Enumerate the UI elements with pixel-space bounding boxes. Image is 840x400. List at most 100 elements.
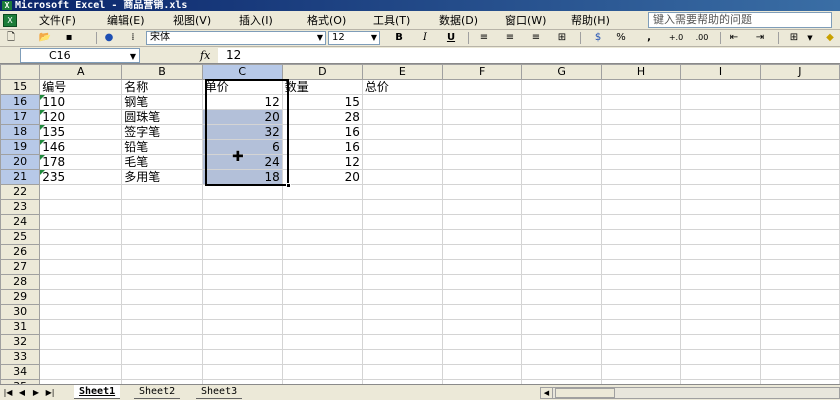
sheet-tab-sheet3[interactable]: Sheet3 (196, 385, 243, 399)
cell[interactable] (600, 259, 682, 275)
cell[interactable] (121, 214, 203, 230)
cell[interactable] (521, 289, 602, 305)
cell-e16[interactable] (361, 94, 443, 110)
cell-e17[interactable] (361, 109, 443, 125)
cell[interactable] (361, 199, 443, 215)
cell[interactable] (281, 334, 363, 350)
cell[interactable] (441, 184, 523, 200)
cell-b15[interactable]: 名称 (121, 79, 203, 95)
row-header[interactable]: 25 (0, 229, 41, 245)
cell-d20[interactable]: 12 (281, 154, 363, 170)
cell[interactable] (121, 349, 203, 365)
cell[interactable] (521, 214, 602, 230)
cell[interactable] (600, 139, 682, 155)
cell[interactable] (441, 289, 523, 305)
increase-indent-icon[interactable]: ⇥ (752, 31, 768, 45)
cell[interactable] (759, 349, 840, 365)
save-icon[interactable]: ▪ (62, 31, 76, 45)
cell[interactable] (441, 214, 523, 230)
cell[interactable] (521, 79, 602, 95)
cell[interactable] (361, 274, 443, 290)
cell[interactable] (759, 319, 840, 335)
help-search-input[interactable]: 键入需要帮助的问题 (648, 12, 832, 28)
cell[interactable] (39, 334, 123, 350)
cell[interactable] (600, 154, 682, 170)
cell[interactable] (281, 244, 363, 260)
row-header[interactable]: 20 (0, 154, 41, 170)
cell[interactable] (441, 274, 523, 290)
cell[interactable] (680, 364, 761, 380)
cell[interactable] (441, 304, 523, 320)
cell[interactable] (759, 229, 840, 245)
menu-window[interactable]: 窗口(W) (502, 13, 549, 28)
cell[interactable] (281, 199, 363, 215)
cell[interactable] (759, 184, 840, 200)
cell[interactable] (521, 109, 602, 125)
cell[interactable] (201, 319, 283, 335)
cell[interactable] (201, 259, 283, 275)
cell[interactable] (680, 304, 761, 320)
cell[interactable] (521, 184, 602, 200)
cell[interactable] (39, 289, 123, 305)
align-center-icon[interactable]: ≡ (502, 31, 518, 45)
cell[interactable] (39, 364, 123, 380)
formula-input[interactable]: 12 (218, 48, 840, 63)
column-header-i[interactable]: I (680, 64, 761, 80)
cell[interactable] (121, 304, 203, 320)
cell[interactable] (680, 154, 761, 170)
decrease-indent-icon[interactable]: ⇤ (726, 31, 742, 45)
menu-format[interactable]: 格式(O) (304, 13, 349, 28)
cell-d21[interactable]: 20 (281, 169, 363, 185)
insert-function-icon[interactable]: fx (200, 48, 214, 63)
font-name-select[interactable]: 宋体 ▼ (146, 31, 326, 45)
cell[interactable] (39, 214, 123, 230)
row-header[interactable]: 19 (0, 139, 41, 155)
cell-d19[interactable]: 16 (281, 139, 363, 155)
cell[interactable] (759, 124, 840, 140)
align-right-icon[interactable]: ≡ (528, 31, 544, 45)
cell[interactable] (759, 304, 840, 320)
cell[interactable] (121, 334, 203, 350)
cell-c21[interactable]: 18 (201, 169, 283, 185)
cell[interactable] (39, 184, 123, 200)
cell[interactable] (759, 109, 840, 125)
toolbar-options-icon[interactable]: ⁞ (128, 31, 138, 45)
cell[interactable] (201, 214, 283, 230)
cell[interactable] (680, 124, 761, 140)
cell[interactable] (361, 229, 443, 245)
cell[interactable] (441, 229, 523, 245)
cell-d18[interactable]: 16 (281, 124, 363, 140)
dropdown-arrow-icon[interactable]: ▼ (806, 31, 814, 45)
cell[interactable] (361, 214, 443, 230)
row-header[interactable]: 32 (0, 334, 41, 350)
cell[interactable] (521, 154, 602, 170)
row-header[interactable]: 29 (0, 289, 41, 305)
cell[interactable] (680, 334, 761, 350)
cell[interactable] (281, 349, 363, 365)
cell[interactable] (361, 364, 443, 380)
row-header[interactable]: 28 (0, 274, 41, 290)
cell[interactable] (680, 169, 761, 185)
cell[interactable] (201, 274, 283, 290)
cell-a16[interactable]: 110 (39, 94, 123, 110)
cell-e20[interactable] (361, 154, 443, 170)
open-folder-icon[interactable]: 📂 (38, 31, 52, 45)
cell[interactable] (441, 199, 523, 215)
cell[interactable] (121, 259, 203, 275)
column-header-d[interactable]: D (281, 64, 363, 80)
cell[interactable] (121, 319, 203, 335)
cell[interactable] (441, 124, 523, 140)
cell[interactable] (521, 139, 602, 155)
cell[interactable] (39, 304, 123, 320)
row-header[interactable]: 17 (0, 109, 41, 125)
cell[interactable] (600, 334, 682, 350)
cell[interactable] (680, 94, 761, 110)
cell[interactable] (600, 319, 682, 335)
row-header[interactable]: 15 (0, 79, 41, 95)
cell[interactable] (759, 274, 840, 290)
cell[interactable] (521, 199, 602, 215)
cell[interactable] (39, 229, 123, 245)
cell[interactable] (441, 319, 523, 335)
cell[interactable] (521, 334, 602, 350)
cell[interactable] (441, 154, 523, 170)
